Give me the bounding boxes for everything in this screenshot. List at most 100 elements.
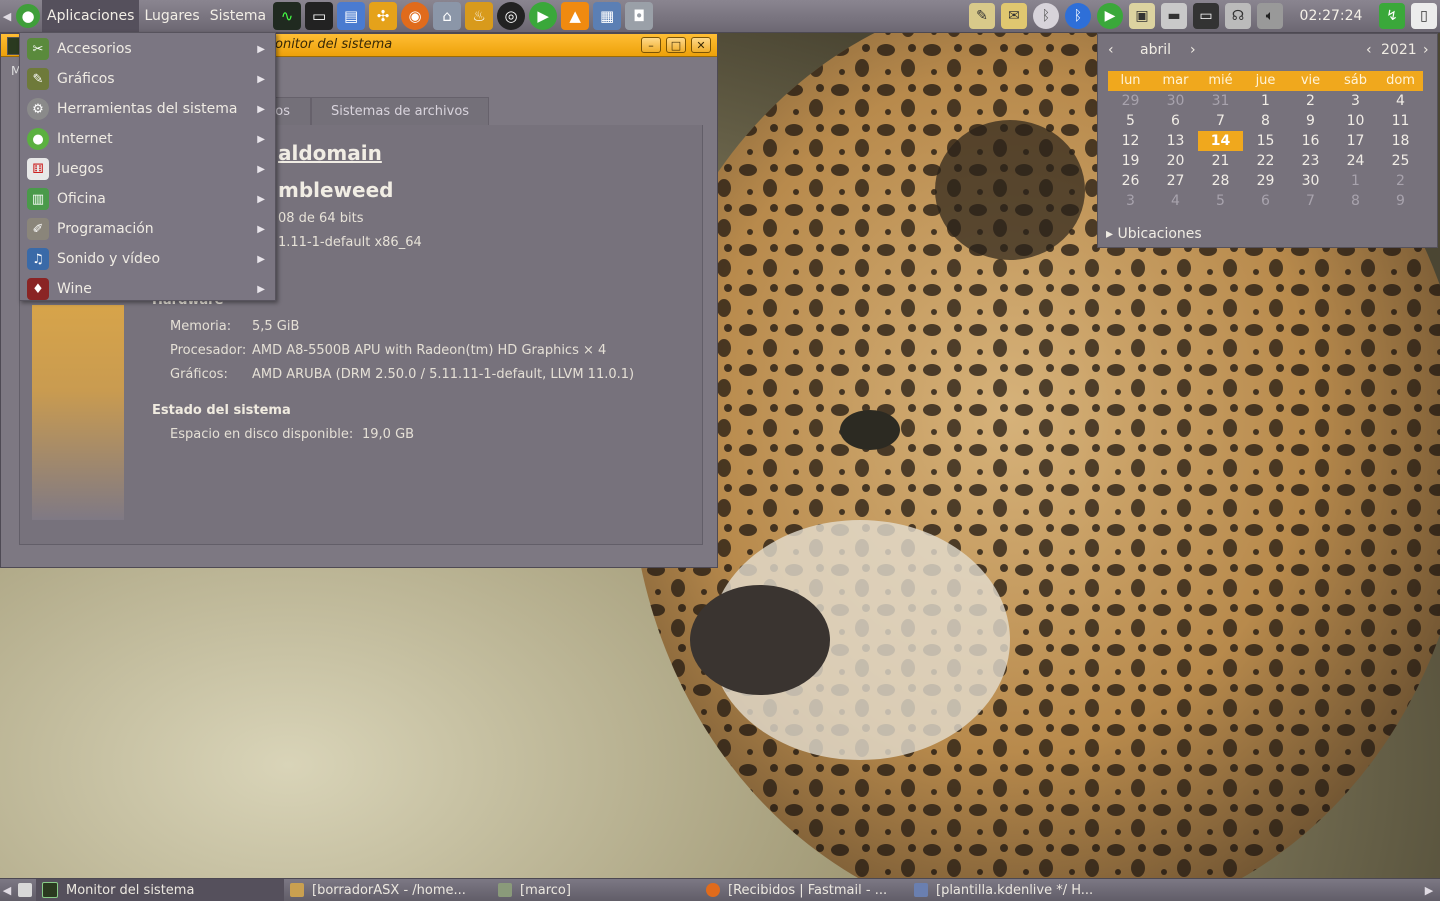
calendar-day[interactable]: 21 [1198, 151, 1243, 171]
screenshot-launcher-icon[interactable]: ◘ [625, 2, 654, 30]
calendar-day[interactable]: 2 [1288, 91, 1333, 111]
calendar-day[interactable]: 10 [1333, 111, 1378, 131]
vlc-launcher-icon[interactable]: ▲ [561, 2, 590, 30]
bottom-panel: ◀ Monitor del sistema [borradorASX - /ho… [0, 878, 1440, 901]
calendar-day[interactable]: 2 [1378, 171, 1423, 191]
close-button[interactable]: ✕ [691, 37, 711, 53]
calendar-day[interactable]: 4 [1153, 191, 1198, 211]
calendar-day[interactable]: 30 [1288, 171, 1333, 191]
calendar-day[interactable]: 24 [1333, 151, 1378, 171]
menu-item-internet[interactable]: ● Internet ▶ [22, 124, 273, 154]
taskbar-item-kdenlive[interactable]: [plantilla.kdenlive */ H... [908, 879, 1110, 901]
calendar-day[interactable]: 5 [1198, 191, 1243, 211]
calendar-day[interactable]: 3 [1108, 191, 1153, 211]
taskbar-item-system-monitor[interactable]: Monitor del sistema [36, 879, 284, 901]
next-year-button[interactable]: › [1423, 42, 1429, 58]
calendar-day[interactable]: 4 [1378, 91, 1423, 111]
calendar-day-today[interactable]: 14 [1198, 131, 1243, 151]
calendar-day[interactable]: 1 [1333, 171, 1378, 191]
minimize-button[interactable]: – [641, 37, 661, 53]
calendar-day[interactable]: 31 [1198, 91, 1243, 111]
prev-year-button[interactable]: ‹ [1366, 42, 1372, 58]
show-desktop-button[interactable] [14, 879, 36, 901]
calendar-day[interactable]: 30 [1153, 91, 1198, 111]
menu-item-multimedia[interactable]: ♫ Sonido y vídeo ▶ [22, 244, 273, 274]
media-play-icon[interactable]: ▶ [1097, 3, 1123, 29]
firefox-launcher-icon[interactable]: ◉ [401, 2, 430, 30]
audio-launcher-icon[interactable]: ◎ [497, 2, 526, 30]
bluetooth-active-icon[interactable]: ᛒ [1065, 3, 1091, 29]
menu-item-games[interactable]: ⚅ Juegos ▶ [22, 154, 273, 184]
presentation-icon[interactable]: ▣ [1129, 3, 1155, 29]
calendar-day[interactable]: 29 [1108, 91, 1153, 111]
tab-file-systems[interactable]: Sistemas de archivos [311, 97, 489, 125]
taskbar-item-firefox[interactable]: [Recibidos | Fastmail - ... [700, 879, 908, 901]
opensuse-logo-icon[interactable]: ● [16, 4, 40, 28]
menu-item-system-tools[interactable]: ⚙ Herramientas del sistema ▶ [22, 94, 273, 124]
calendar-day[interactable]: 17 [1333, 131, 1378, 151]
media-player-launcher-icon[interactable]: ▶ [529, 2, 558, 30]
calendar-day[interactable]: 25 [1378, 151, 1423, 171]
calendar-day[interactable]: 22 [1243, 151, 1288, 171]
calendar-day[interactable]: 8 [1243, 111, 1288, 131]
menu-item-office[interactable]: ▥ Oficina ▶ [22, 184, 273, 214]
calendar-day[interactable]: 12 [1108, 131, 1153, 151]
calendar-day[interactable]: 1 [1243, 91, 1288, 111]
menu-item-wine[interactable]: ♦ Wine ▶ [22, 274, 273, 304]
calendar-day[interactable]: 19 [1108, 151, 1153, 171]
calendar-day[interactable]: 5 [1108, 111, 1153, 131]
calendar-day[interactable]: 7 [1288, 191, 1333, 211]
calendar-day[interactable]: 9 [1378, 191, 1423, 211]
calendar-day[interactable]: 29 [1243, 171, 1288, 191]
kettle-launcher-icon[interactable]: ♨ [465, 2, 494, 30]
show-desktop-icon[interactable]: ▯ [1411, 3, 1437, 29]
office-launcher-icon[interactable]: ▤ [337, 2, 366, 30]
settings-launcher-icon[interactable]: ✣ [369, 2, 398, 30]
menu-item-accessories[interactable]: ✂ Accesorios ▶ [22, 34, 273, 64]
calendar-day[interactable]: 28 [1198, 171, 1243, 191]
bluetooth-icon[interactable]: ᛒ [1033, 3, 1059, 29]
volume-icon[interactable]: 🔈︎ [1257, 3, 1283, 29]
notes-icon[interactable]: ✎ [969, 3, 995, 29]
calendar-day[interactable]: 16 [1288, 131, 1333, 151]
maximize-button[interactable]: □ [666, 37, 686, 53]
calendar-day[interactable]: 9 [1288, 111, 1333, 131]
prev-month-button[interactable]: ‹ [1108, 42, 1114, 58]
taskbar-scroll-right-arrow[interactable]: ▶ [1422, 884, 1436, 897]
calendar-day[interactable]: 27 [1153, 171, 1198, 191]
mail-icon[interactable]: ✉ [1001, 3, 1027, 29]
calendar-day[interactable]: 6 [1153, 111, 1198, 131]
display-icon[interactable]: ▭ [1193, 3, 1219, 29]
drive-icon[interactable]: ▬ [1161, 3, 1187, 29]
calendar-day[interactable]: 23 [1288, 151, 1333, 171]
applications-menu[interactable]: Aplicaciones [42, 0, 140, 32]
window-title: onitor del sistema [275, 37, 393, 52]
panel-scroll-left-arrow[interactable]: ◀ [0, 10, 14, 23]
system-monitor-launcher-icon[interactable]: ∿ [273, 2, 302, 30]
calendar-day[interactable]: 11 [1378, 111, 1423, 131]
clock[interactable]: 02:27:24 [1286, 8, 1376, 24]
next-month-button[interactable]: › [1190, 42, 1196, 58]
calendar-day[interactable]: 13 [1153, 131, 1198, 151]
locations-expander[interactable]: ▸ Ubicaciones [1106, 226, 1202, 242]
calendar-day[interactable]: 15 [1243, 131, 1288, 151]
taskbar-item-file-manager[interactable]: [marco] [492, 879, 700, 901]
taskbar-item-text-editor[interactable]: [borradorASX - /home... [284, 879, 492, 901]
calendar-day[interactable]: 7 [1198, 111, 1243, 131]
logout-icon[interactable]: ↯ [1379, 3, 1405, 29]
calendar-day[interactable]: 8 [1333, 191, 1378, 211]
window-launcher-icon[interactable]: ▦ [593, 2, 622, 30]
terminal-launcher-icon[interactable]: ▭ [305, 2, 334, 30]
menu-item-programming[interactable]: ✐ Programación ▶ [22, 214, 273, 244]
menu-item-graphics[interactable]: ✎ Gráficos ▶ [22, 64, 273, 94]
calendar-day[interactable]: 6 [1243, 191, 1288, 211]
calendar-day[interactable]: 20 [1153, 151, 1198, 171]
taskbar-scroll-left-arrow[interactable]: ◀ [0, 884, 14, 897]
places-menu[interactable]: Lugares [139, 0, 204, 32]
network-icon[interactable]: ☊ [1225, 3, 1251, 29]
calendar-day[interactable]: 26 [1108, 171, 1153, 191]
system-menu[interactable]: Sistema [205, 0, 271, 32]
calendar-day[interactable]: 18 [1378, 131, 1423, 151]
network-launcher-icon[interactable]: ⌂ [433, 2, 462, 30]
calendar-day[interactable]: 3 [1333, 91, 1378, 111]
